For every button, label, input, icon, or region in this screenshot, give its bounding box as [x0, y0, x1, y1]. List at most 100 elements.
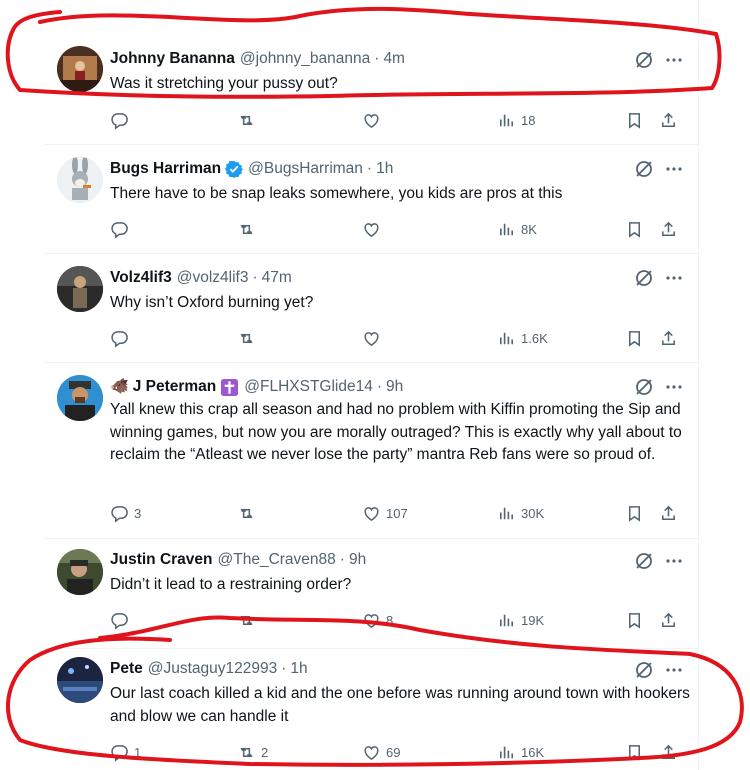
- bookmark-button[interactable]: [625, 502, 644, 524]
- author-name[interactable]: Pete: [110, 659, 143, 679]
- grok-icon[interactable]: [634, 268, 654, 288]
- heart-icon: [364, 331, 379, 346]
- author-handle[interactable]: @The_Craven88: [218, 550, 336, 570]
- more-icon[interactable]: [664, 159, 684, 179]
- share-button[interactable]: [659, 609, 678, 631]
- author-handle[interactable]: @FLHXSTGlide14: [244, 377, 373, 397]
- views-button[interactable]: 18: [497, 109, 535, 131]
- timestamp[interactable]: 1h: [290, 659, 307, 679]
- share-button[interactable]: [659, 502, 678, 524]
- share-button[interactable]: [659, 218, 678, 240]
- like-button[interactable]: [362, 109, 386, 131]
- author-handle[interactable]: @Justaguy122993: [148, 659, 278, 679]
- reply-tweet[interactable]: Pete @Justaguy122993 · 1h Our last coach…: [44, 649, 698, 770]
- retweet-button[interactable]: [237, 609, 261, 631]
- author-handle[interactable]: @johnny_bananna: [240, 49, 370, 69]
- more-icon[interactable]: [664, 377, 684, 397]
- reply-button[interactable]: 1: [110, 741, 141, 763]
- like-count: 8: [386, 612, 394, 628]
- reply-icon: [111, 330, 128, 348]
- heart-icon: [364, 506, 379, 521]
- share-icon: [662, 612, 675, 627]
- cross-emoji-badge: [220, 378, 239, 397]
- bookmark-icon: [628, 505, 641, 522]
- views-button[interactable]: 8K: [497, 218, 537, 240]
- reply-tweet[interactable]: Bugs Harriman @BugsHarriman · 1h There h…: [44, 145, 698, 254]
- timestamp[interactable]: 1h: [376, 159, 393, 179]
- author-name[interactable]: Bugs Harriman: [110, 159, 221, 179]
- views-button[interactable]: 1.6K: [497, 327, 548, 349]
- timestamp[interactable]: 9h: [386, 377, 403, 397]
- like-button[interactable]: 8: [362, 609, 393, 631]
- avatar[interactable]: [57, 157, 103, 203]
- boar-emoji: 🐗: [110, 378, 129, 395]
- reply-tweet[interactable]: Justin Craven @The_Craven88 · 9h Didn’t …: [44, 539, 698, 649]
- grok-icon[interactable]: [634, 159, 654, 179]
- reply-button[interactable]: [110, 218, 134, 240]
- avatar[interactable]: [57, 657, 103, 703]
- bookmark-button[interactable]: [625, 109, 644, 131]
- reply-button[interactable]: [110, 109, 134, 131]
- retweet-button[interactable]: 2: [237, 741, 268, 763]
- like-button[interactable]: [362, 327, 386, 349]
- like-button[interactable]: 107: [362, 502, 408, 524]
- reply-button[interactable]: [110, 609, 134, 631]
- avatar[interactable]: [57, 266, 103, 312]
- retweet-count: 2: [261, 744, 269, 760]
- grok-icon[interactable]: [634, 660, 654, 680]
- views-button[interactable]: 16K: [497, 741, 544, 763]
- retweet-button[interactable]: [237, 218, 261, 240]
- bookmark-button[interactable]: [625, 741, 644, 763]
- views-count: 30K: [521, 505, 545, 521]
- author-name[interactable]: Johnny Bananna: [110, 49, 235, 69]
- grok-icon[interactable]: [634, 50, 654, 70]
- bookmark-button[interactable]: [625, 218, 644, 240]
- timestamp[interactable]: 47m: [262, 268, 292, 288]
- avatar[interactable]: [57, 46, 103, 92]
- timestamp[interactable]: 9h: [349, 550, 366, 570]
- avatar[interactable]: [57, 375, 103, 421]
- reply-button[interactable]: [110, 327, 134, 349]
- separator-dot: ·: [252, 269, 258, 286]
- tweet-text: Was it stretching your pussy out?: [110, 75, 338, 92]
- like-button[interactable]: 69: [362, 741, 400, 763]
- views-button[interactable]: 30K: [497, 502, 544, 524]
- grok-icon[interactable]: [634, 551, 654, 571]
- reply-button[interactable]: 3: [110, 502, 141, 524]
- views-count: 16K: [521, 744, 545, 760]
- separator-dot: ·: [374, 50, 380, 67]
- share-icon: [662, 505, 675, 520]
- more-icon[interactable]: [664, 660, 684, 680]
- author-handle[interactable]: @volz4lif3: [177, 268, 249, 288]
- author-name[interactable]: Volz4lif3: [110, 268, 172, 288]
- more-icon[interactable]: [664, 551, 684, 571]
- views-icon: [499, 223, 514, 235]
- more-icon[interactable]: [664, 50, 684, 70]
- reply-tweet[interactable]: Volz4lif3 @volz4lif3 · 47m Why isn’t Oxf…: [44, 254, 698, 363]
- like-button[interactable]: [362, 218, 386, 240]
- timestamp[interactable]: 4m: [383, 49, 405, 69]
- share-button[interactable]: [659, 741, 678, 763]
- more-icon[interactable]: [664, 268, 684, 288]
- retweet-button[interactable]: [237, 109, 261, 131]
- tweet-text: There have to be snap leaks somewhere, y…: [110, 185, 563, 202]
- bookmark-button[interactable]: [625, 609, 644, 631]
- reply-tweet[interactable]: 🐗 J Peterman @FLHXSTGlide14 · 9h Yall kn…: [44, 363, 698, 539]
- author-handle[interactable]: @BugsHarriman: [248, 159, 363, 179]
- share-button[interactable]: [659, 109, 678, 131]
- grok-icon[interactable]: [634, 377, 654, 397]
- author-name[interactable]: J Peterman: [133, 377, 217, 397]
- author-name[interactable]: Justin Craven: [110, 550, 213, 570]
- retweet-button[interactable]: [237, 327, 261, 349]
- heart-icon: [364, 745, 379, 760]
- views-icon: [499, 114, 514, 126]
- retweet-button[interactable]: [237, 502, 261, 524]
- heart-icon: [364, 613, 379, 628]
- views-icon: [499, 332, 514, 344]
- avatar[interactable]: [57, 549, 103, 595]
- reply-tweet[interactable]: Johnny Bananna @johnny_bananna · 4m Was …: [44, 0, 698, 145]
- bookmark-button[interactable]: [625, 327, 644, 349]
- views-button[interactable]: 19K: [497, 609, 544, 631]
- heart-icon: [364, 222, 379, 237]
- share-button[interactable]: [659, 327, 678, 349]
